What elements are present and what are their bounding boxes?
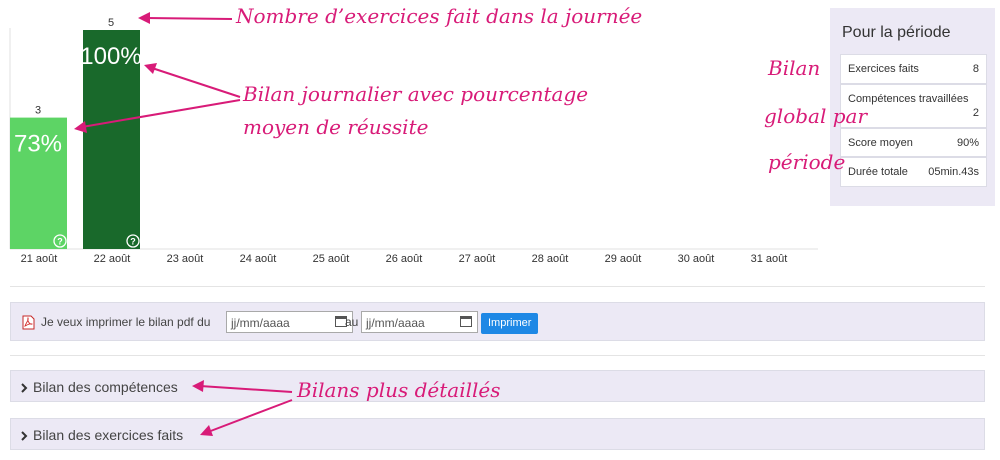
stat-value: 05min.43s <box>928 166 979 178</box>
annotation-daily-2: moyen de réussite <box>243 115 429 139</box>
annotation-global-2: global par <box>764 104 868 128</box>
stat-label: Exercices faits <box>848 63 919 75</box>
panel-title: Pour la période <box>842 24 951 41</box>
stat-label: Durée totale <box>848 166 908 178</box>
x-tick-label: 29 août <box>605 253 642 265</box>
x-tick-label: 28 août <box>532 253 569 265</box>
print-button[interactable]: Imprimer <box>481 313 539 334</box>
chevron-right-icon <box>21 431 28 441</box>
stat-exercises: Exercices faits 8 <box>840 54 987 84</box>
date-placeholder: jj/mm/aaaa <box>231 316 290 330</box>
annotation-detailed: Bilans plus détaillés <box>297 378 501 402</box>
x-tick-label: 23 août <box>167 253 204 265</box>
pdf-icon <box>22 315 35 330</box>
annotation-global: Bilan <box>768 56 821 80</box>
x-tick-label: 24 août <box>240 253 277 265</box>
stat-duration: Durée totale 05min.43s <box>840 157 987 187</box>
stat-value: 2 <box>972 107 979 119</box>
annotation-global-3: période <box>768 150 846 174</box>
section-title: Bilan des exercices faits <box>33 427 184 443</box>
print-label: Je veux imprimer le bilan pdf du <box>41 315 211 329</box>
date-placeholder: jj/mm/aaaa <box>366 316 425 330</box>
x-tick-label: 25 août <box>313 253 350 265</box>
calendar-icon[interactable] <box>460 316 472 327</box>
print-report-bar: Je veux imprimer le bilan pdf du jj/mm/a… <box>10 302 985 341</box>
to-label: au <box>345 315 359 329</box>
divider <box>10 286 985 287</box>
x-tick-label: 31 août <box>751 253 788 265</box>
x-tick-label: 21 août <box>21 253 58 265</box>
bar-percent-label: 73% <box>14 131 62 158</box>
bar-count-label: 5 <box>108 17 114 29</box>
annotation-count: Nombre d’exercices fait dans la journée <box>236 4 643 28</box>
x-tick-label: 30 août <box>678 253 715 265</box>
divider <box>10 355 985 356</box>
bar-count-label: 3 <box>35 105 41 117</box>
stat-label: Score moyen <box>848 137 913 149</box>
stat-value: 8 <box>972 63 979 75</box>
x-tick-label: 22 août <box>94 253 131 265</box>
section-title: Bilan des compétences <box>33 379 178 395</box>
chevron-right-icon <box>21 383 28 393</box>
exercises-report-section[interactable]: Bilan des exercices faits <box>10 418 985 450</box>
daily-bar-chart: 21 août 3 73%? 22 août 5 100%? 23 août 24 août 2… <box>9 17 818 265</box>
end-date-input[interactable]: jj/mm/aaaa <box>361 311 478 333</box>
stat-value: 90% <box>956 137 979 149</box>
help-icon-glyph: ? <box>130 237 136 247</box>
stat-score: Score moyen 90% <box>840 128 987 157</box>
x-tick-label: 26 août <box>386 253 423 265</box>
bar-percent-label: 100% <box>80 43 141 70</box>
x-tick-label: 27 août <box>459 253 496 265</box>
annotation-daily: Bilan journalier avec pourcentage <box>243 82 589 106</box>
start-date-input[interactable]: jj/mm/aaaa <box>226 311 353 333</box>
help-icon-glyph: ? <box>57 237 63 247</box>
